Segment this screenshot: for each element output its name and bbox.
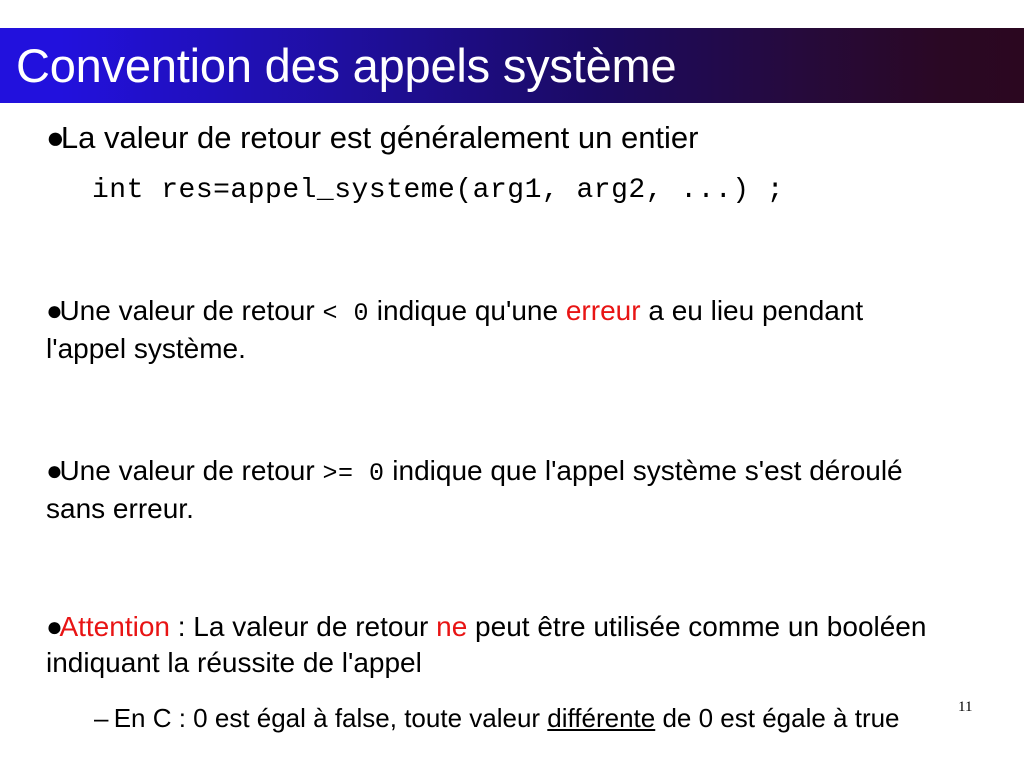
slide-title-bar: Convention des appels système <box>0 28 1024 103</box>
bullet-item-1-text: La valeur de retour est généralement un … <box>60 120 699 155</box>
bullet-item-2-text-part2: indique qu'une <box>376 295 559 326</box>
subbullet-item-1: – En C : 0 est égal à false, toute valeu… <box>94 703 974 735</box>
bullet-item-2-code: < 0 <box>322 299 369 328</box>
bullet-item-1: ●La valeur de retour est généralement un… <box>46 120 1006 156</box>
slide-content: ●La valeur de retour est généralement un… <box>0 103 1024 768</box>
bullet-item-3: ●Une valeur de retour >= 0 indique que l… <box>46 453 946 527</box>
slide: Convention des appels système ●La valeur… <box>0 0 1024 768</box>
code-snippet: int res=appel_systeme(arg1, arg2, ...) ; <box>92 175 785 206</box>
subbullet-marker-icon: – <box>94 703 109 733</box>
bullet-item-3-text-part1: Une valeur de retour <box>59 455 315 486</box>
bullet-item-4-highlight-2: ne <box>436 611 468 642</box>
bullet-marker-icon: ● <box>46 455 63 486</box>
bullet-item-4-text-part1: : La valeur de retour <box>169 611 437 642</box>
bullet-marker-icon: ● <box>46 611 63 642</box>
bullet-item-2-text-part1: Une valeur de retour <box>59 295 315 326</box>
bullet-item-3-code: >= 0 <box>322 459 385 488</box>
subbullet-item-1-text-part2: de 0 est égale à true <box>655 703 900 733</box>
subbullet-item-1-underlined: différente <box>547 703 656 733</box>
bullet-item-4-highlight-1: Attention <box>59 611 170 642</box>
bullet-item-2-highlight: erreur <box>565 295 641 326</box>
bullet-item-2: ●Une valeur de retour < 0 indique qu'une… <box>46 293 946 367</box>
page-title: Convention des appels système <box>16 39 677 92</box>
bullet-marker-icon: ● <box>46 120 65 155</box>
bullet-marker-icon: ● <box>46 295 63 326</box>
page-number: 11 <box>958 699 973 715</box>
bullet-item-4: ●Attention : La valeur de retour ne peut… <box>46 609 986 682</box>
subbullet-item-1-text-part1: En C : 0 est égal à false, toute valeur <box>113 703 548 733</box>
